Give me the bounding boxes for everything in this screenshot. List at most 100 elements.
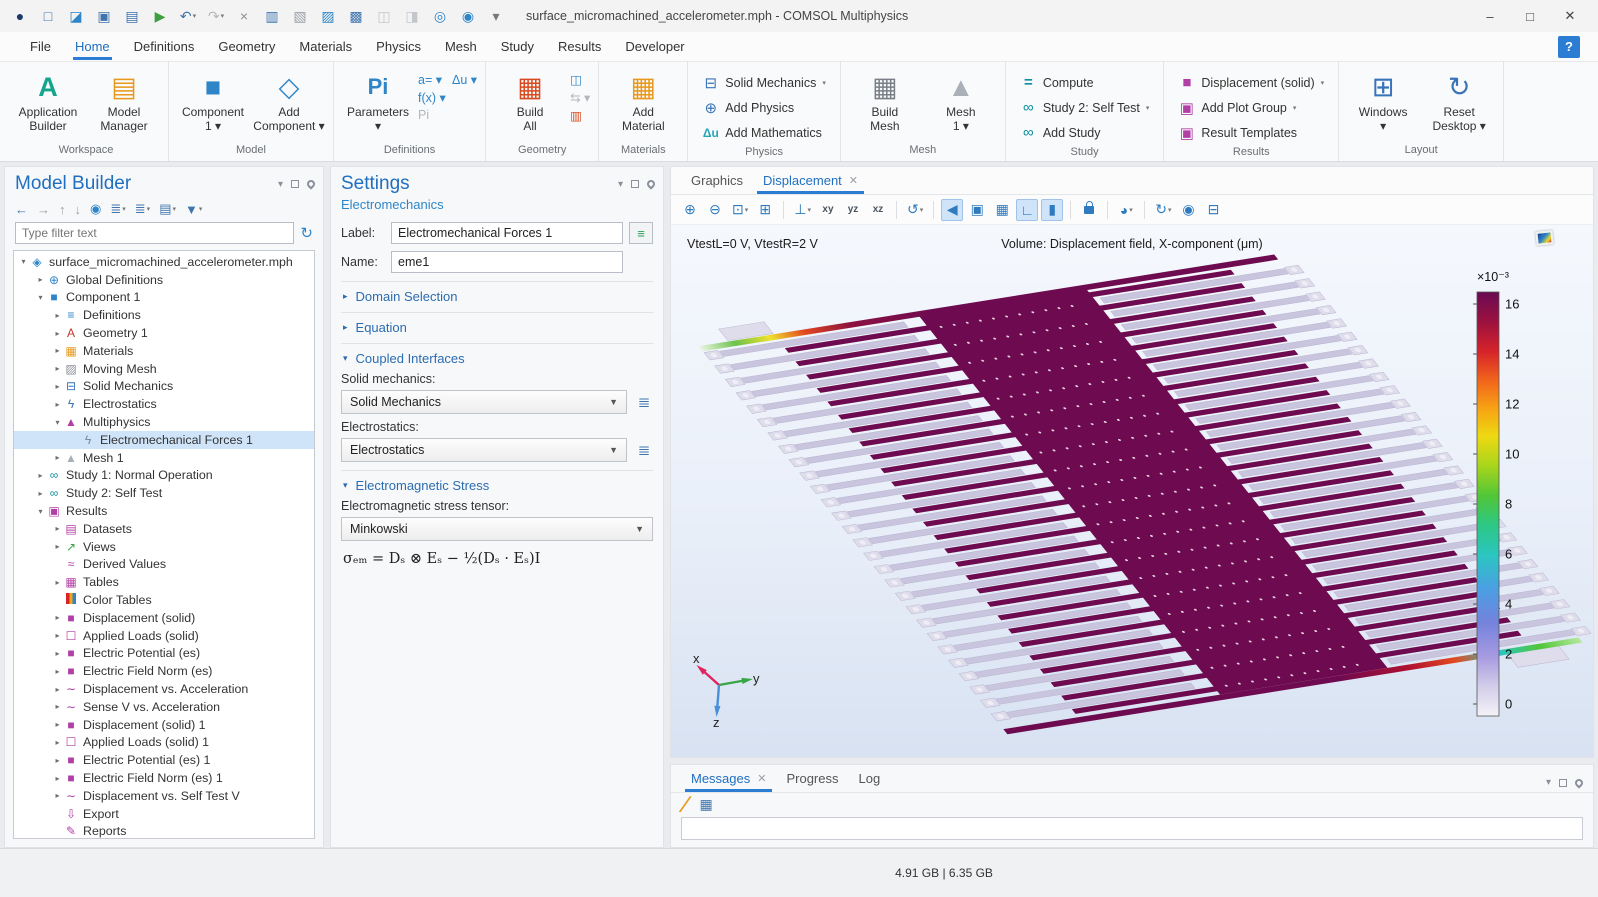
tree-item-electrostatics[interactable]: ▸ϟElectrostatics	[14, 395, 314, 413]
save-as-icon[interactable]: ▤	[120, 4, 144, 28]
section-equation[interactable]: ▸ Equation	[341, 312, 653, 335]
tree-item-mesh-1[interactable]: ▸▲Mesh 1	[14, 449, 314, 467]
expand-icon[interactable]: ▸	[52, 667, 63, 676]
tree-item-displacement-vs-self-test-v[interactable]: ▸∼Displacement vs. Self Test V	[14, 787, 314, 805]
expand-icon[interactable]: ▸	[35, 275, 46, 284]
view-xz-button[interactable]: xz	[867, 199, 889, 221]
model-manager-button[interactable]: ▤ModelManager	[88, 66, 160, 143]
panel-menu-icon[interactable]: ▾	[1546, 777, 1551, 788]
maximize-button[interactable]: □	[1510, 2, 1550, 30]
pin-panel-icon[interactable]	[305, 178, 316, 189]
section-domain-selection[interactable]: ▸ Domain Selection	[341, 281, 653, 304]
tree-item-derived-values[interactable]: ≈Derived Values	[14, 556, 314, 574]
graphics-canvas[interactable]: VtestL=0 V, VtestR=2 V Volume: Displacem…	[671, 225, 1593, 757]
transparency-button[interactable]: ▣	[966, 199, 988, 221]
collapse-icon[interactable]: ▾	[52, 418, 63, 427]
tree-item-component-1[interactable]: ▾■Component 1	[14, 289, 314, 307]
collapse-icon[interactable]: ▾	[35, 293, 46, 302]
mini-button[interactable]: ◫	[570, 72, 582, 87]
tree-item-moving-mesh[interactable]: ▸▨Moving Mesh	[14, 360, 314, 378]
compute-button[interactable]: =Compute	[1014, 70, 1156, 95]
application-builder-button[interactable]: AApplicationBuilder	[12, 66, 84, 143]
mini-button[interactable]: Pi	[418, 108, 429, 122]
expand-icon[interactable]: ▸	[52, 578, 63, 587]
menu-item-definitions[interactable]: Definitions	[122, 34, 207, 59]
collapse-all-button[interactable]: ≣▾	[135, 201, 150, 217]
clear-messages-icon[interactable]: ╱	[680, 795, 691, 813]
expand-icon[interactable]: ▸	[35, 489, 46, 498]
duplicate-icon[interactable]: ▨	[316, 4, 340, 28]
build-all-button[interactable]: ▦BuildAll	[494, 66, 566, 143]
expand-icon[interactable]: ▸	[52, 631, 63, 640]
section-coupled-interfaces[interactable]: ▾ Coupled Interfaces Solid mechanics: So…	[341, 343, 653, 462]
lock-axes-button[interactable]	[1078, 199, 1100, 221]
deselect-box-icon[interactable]: ◨	[400, 4, 424, 28]
add-physics-button[interactable]: ⊕Add Physics	[696, 95, 832, 120]
displacement-solid-button[interactable]: ■Displacement (solid)▾	[1172, 70, 1330, 95]
solid-mechanics-select[interactable]: ⊟Solid Mechanics▾	[696, 70, 832, 95]
expand-icon[interactable]: ▸	[52, 738, 63, 747]
view-yz-button[interactable]: yz	[842, 199, 864, 221]
tree-item-displacement-solid-1[interactable]: ▸■Displacement (solid) 1	[14, 716, 314, 734]
filter-button[interactable]: ▼▾	[185, 202, 202, 217]
menu-item-home[interactable]: Home	[63, 34, 122, 59]
delete-icon[interactable]: ▩	[344, 4, 368, 28]
tab-log[interactable]: Log	[849, 766, 891, 792]
study-2-button[interactable]: ∞Study 2: Self Test▾	[1014, 95, 1156, 120]
menu-item-study[interactable]: Study	[489, 34, 546, 59]
grid-button[interactable]: ▦	[991, 199, 1013, 221]
tab-messages[interactable]: Messages✕	[681, 766, 776, 792]
plot-axes-button[interactable]: ∟	[1016, 199, 1038, 221]
mini-button[interactable]: f(x) ▾	[418, 90, 446, 105]
expand-all-button[interactable]: ≣▾	[110, 201, 125, 217]
tree-item-materials[interactable]: ▸▦Materials	[14, 342, 314, 360]
customize-qat-icon[interactable]: ▾	[484, 4, 508, 28]
minimize-button[interactable]: –	[1470, 2, 1510, 30]
mesh-1-button[interactable]: ▲Mesh1 ▾	[925, 66, 997, 143]
image-effects-button[interactable]: ◕▾	[1115, 199, 1137, 221]
go-to-source-icon[interactable]: ≣	[635, 393, 653, 411]
tree-item-applied-loads-solid-1[interactable]: ▸☐Applied Loads (solid) 1	[14, 734, 314, 752]
tree-item-tables[interactable]: ▸▦Tables	[14, 573, 314, 591]
expand-icon[interactable]: ▸	[52, 649, 63, 658]
new-file-icon[interactable]: □	[36, 4, 60, 28]
solid-mechanics-select[interactable]: Solid Mechanics ▼	[341, 390, 627, 414]
expand-icon[interactable]: ▸	[52, 685, 63, 694]
tree-item-results[interactable]: ▾▣Results	[14, 502, 314, 520]
mini-button[interactable]: ▥	[570, 108, 582, 123]
tree-item-color-tables[interactable]: Color Tables	[14, 591, 314, 609]
float-panel-icon[interactable]	[291, 180, 299, 188]
expand-icon[interactable]: ▸	[52, 382, 63, 391]
update-plot-button[interactable]: ↻▾	[1152, 199, 1174, 221]
tree-item-electromechanical-forces-1[interactable]: ϟElectromechanical Forces 1	[14, 431, 314, 449]
tree-item-definitions[interactable]: ▸≡Definitions	[14, 306, 314, 324]
expand-icon[interactable]: ▸	[52, 346, 63, 355]
back-button[interactable]: ←	[15, 202, 28, 217]
expand-icon[interactable]: ▸	[52, 364, 63, 373]
move-up-button[interactable]: ↑	[59, 202, 66, 217]
expand-icon[interactable]: ▸	[35, 471, 46, 480]
section-electromagnetic-stress[interactable]: ▾ Electromagnetic Stress Electromagnetic…	[341, 470, 653, 577]
label-field-input[interactable]	[391, 222, 623, 244]
open-file-icon[interactable]: ◪	[64, 4, 88, 28]
close-button[interactable]: ✕	[1550, 2, 1590, 30]
tree-item-electric-potential-es[interactable]: ▸■Electric Potential (es)	[14, 645, 314, 663]
zoom-in-button[interactable]: ⊕	[679, 199, 701, 221]
expand-icon[interactable]: ▸	[52, 702, 63, 711]
tree-item-electric-field-norm-es[interactable]: ▸■Electric Field Norm (es)	[14, 662, 314, 680]
tree-item-displacement-solid[interactable]: ▸■Displacement (solid)	[14, 609, 314, 627]
menu-item-mesh[interactable]: Mesh	[433, 34, 489, 59]
color-legend-button[interactable]: ▮	[1041, 199, 1063, 221]
save-icon[interactable]: ▣	[92, 4, 116, 28]
pin-panel-icon[interactable]	[645, 178, 656, 189]
copy-table-icon[interactable]: ▦	[699, 796, 712, 813]
tree-item-geometry-1[interactable]: ▸AGeometry 1	[14, 324, 314, 342]
float-panel-icon[interactable]	[631, 180, 639, 188]
tab-displacement[interactable]: Displacement✕	[753, 168, 868, 194]
menu-item-materials[interactable]: Materials	[287, 34, 364, 59]
expand-icon[interactable]: ▸	[52, 524, 63, 533]
stress-tensor-select[interactable]: Minkowski ▼	[341, 517, 653, 541]
undo-icon[interactable]: ↶▾	[176, 4, 200, 28]
copy-icon[interactable]: ▥	[260, 4, 284, 28]
tree-filter-input[interactable]	[15, 222, 294, 244]
